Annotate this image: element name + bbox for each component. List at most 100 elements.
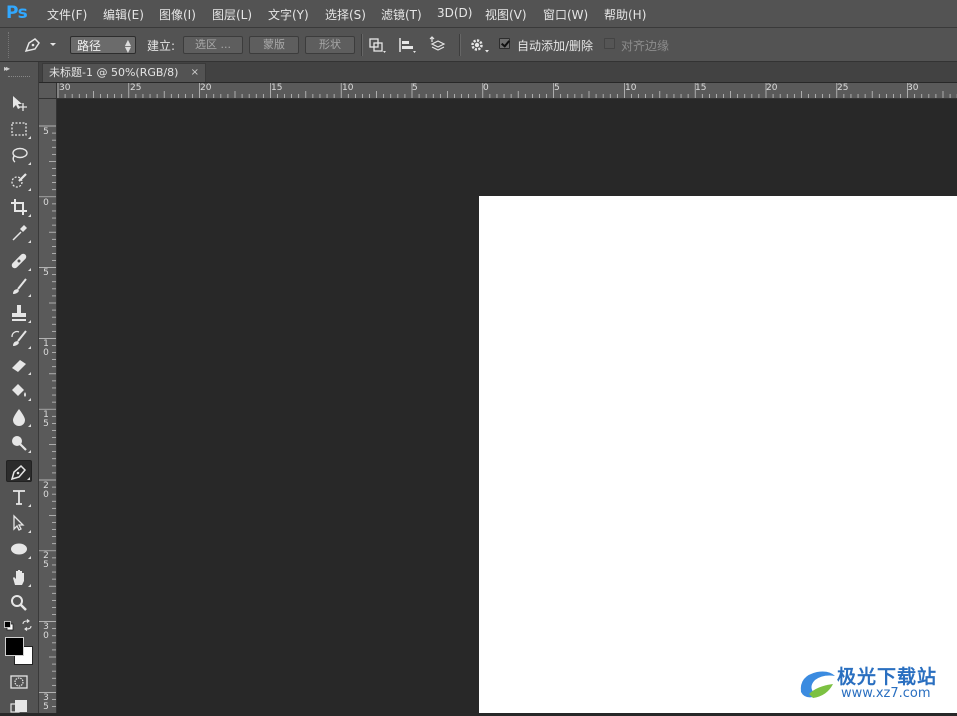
crop-tool[interactable]	[6, 196, 32, 218]
menu-bar: Ps 文件(F) 编辑(E) 图像(I) 图层(L) 文字(Y) 选择(S) 滤…	[0, 0, 957, 28]
make-selection-button[interactable]: 选区 ...	[183, 36, 243, 54]
close-icon[interactable]: ×	[191, 64, 199, 82]
lasso-icon	[12, 147, 28, 163]
ruler-label: 10	[342, 83, 354, 93]
brush-icon	[13, 278, 27, 294]
ruler-label: 0	[483, 83, 489, 93]
move-tool[interactable]	[6, 92, 32, 114]
type-icon	[13, 490, 25, 505]
ruler-label: 30	[907, 83, 919, 93]
paint-bucket-tool[interactable]	[6, 380, 32, 402]
lasso-tool[interactable]	[6, 144, 32, 166]
menu-edit[interactable]: 编辑(E)	[103, 6, 144, 23]
menu-type[interactable]: 文字(Y)	[268, 6, 309, 23]
marquee-tool[interactable]	[6, 118, 32, 140]
brush-tool[interactable]	[6, 276, 32, 298]
document-canvas[interactable]	[479, 196, 957, 713]
menu-layer[interactable]: 图层(L)	[212, 6, 252, 23]
watermark-logo-icon	[800, 671, 835, 698]
menu-3d[interactable]: 3D(D)	[437, 6, 472, 20]
path-alignment-icon[interactable]	[397, 36, 417, 54]
ruler-origin[interactable]	[39, 83, 57, 99]
eyedropper-icon	[12, 225, 27, 241]
menu-file[interactable]: 文件(F)	[47, 6, 87, 23]
vertical-ruler-ticks	[39, 125, 56, 707]
ruler-label: 30	[43, 622, 49, 641]
rect-marquee-icon	[11, 122, 27, 136]
ruler-label: 20	[200, 83, 212, 93]
ruler-label: 30	[59, 83, 71, 93]
ellipse-icon	[11, 543, 27, 555]
ellipse-tool[interactable]	[6, 538, 32, 560]
menu-select[interactable]: 选择(S)	[325, 6, 366, 23]
menu-help[interactable]: 帮助(H)	[604, 6, 646, 23]
menu-filter[interactable]: 滤镜(T)	[381, 6, 422, 23]
menu-image[interactable]: 图像(I)	[159, 6, 196, 23]
zoom-icon	[11, 595, 27, 611]
menu-window[interactable]: 窗口(W)	[543, 6, 588, 23]
tool-preset-picker[interactable]	[20, 34, 60, 54]
bucket-icon	[12, 384, 26, 397]
canvas-workspace[interactable]	[57, 99, 957, 713]
path-arrangement-icon[interactable]	[428, 36, 448, 54]
crop-icon	[11, 199, 27, 215]
eraser-icon	[12, 360, 26, 372]
ruler-label: 10	[625, 83, 637, 93]
horizontal-ruler-ticks	[57, 83, 957, 98]
collapse-panel-icon[interactable]: ▸▸	[4, 64, 10, 73]
path-select-tool[interactable]	[6, 512, 32, 534]
eraser-tool[interactable]	[6, 354, 32, 376]
quick-select-icon	[11, 173, 27, 188]
swap-colors-icon[interactable]	[21, 619, 33, 631]
screen-mode-icon[interactable]	[9, 698, 29, 713]
ruler-label: 5	[43, 268, 49, 278]
history-brush-icon	[11, 330, 27, 346]
path-operations-icon[interactable]	[367, 36, 387, 54]
options-bar-grip[interactable]	[8, 32, 11, 58]
healing-tool[interactable]	[6, 250, 32, 272]
gear-icon[interactable]	[468, 36, 489, 54]
pen-icon	[24, 38, 56, 53]
updown-arrows-icon: ▲ ▼	[124, 38, 131, 54]
type-tool[interactable]	[6, 486, 32, 508]
dodge-icon	[12, 436, 27, 451]
dodge-tool[interactable]	[6, 432, 32, 454]
tools-panel-grip[interactable]	[8, 76, 30, 79]
mode-select[interactable]: 路径 ▲ ▼	[70, 36, 136, 54]
auto-add-delete-label: 自动添加/删除	[517, 39, 594, 53]
site-watermark: 极光下载站 www.xz7.com	[795, 660, 955, 710]
pen-tool[interactable]	[6, 460, 32, 482]
menu-view[interactable]: 视图(V)	[485, 6, 527, 23]
stamp-tool[interactable]	[6, 302, 32, 324]
horizontal-ruler: 30 25 20 15 10 5 0 5 10 15 20 25 30	[57, 83, 957, 99]
ruler-label: 5	[412, 83, 418, 93]
make-shape-button[interactable]: 形状	[305, 36, 355, 54]
ruler-label: 5	[554, 83, 560, 93]
blur-tool[interactable]	[6, 406, 32, 428]
eyedropper-tool[interactable]	[6, 222, 32, 244]
watermark-url: www.xz7.com	[841, 686, 931, 701]
ruler-label: 15	[695, 83, 707, 93]
quick-mask-icon[interactable]	[9, 674, 29, 690]
options-bar: 路径 ▲ ▼ 建立: 选区 ... 蒙版 形状 自动添加/删除 对齐边缘	[0, 28, 957, 62]
auto-add-delete-checkbox[interactable]	[499, 38, 510, 49]
zoom-tool[interactable]	[6, 592, 32, 614]
quick-select-tool[interactable]	[6, 170, 32, 192]
make-mask-button[interactable]: 蒙版	[249, 36, 299, 54]
ruler-label: 0	[43, 198, 49, 208]
vertical-ruler: 5 0 5 10 15 20 25 30 35	[39, 99, 57, 713]
move-icon	[13, 96, 27, 111]
history-brush-tool[interactable]	[6, 328, 32, 350]
hand-icon	[13, 570, 24, 585]
pen-icon	[10, 464, 27, 481]
bandage-icon	[11, 253, 27, 269]
document-tab-bar: 未标题-1 @ 50%(RGB/8) ×	[39, 62, 957, 82]
hand-tool[interactable]	[6, 566, 32, 588]
mode-select-value: 路径	[77, 39, 102, 53]
default-colors-icon[interactable]	[4, 620, 14, 631]
ruler-label: 35	[43, 693, 49, 712]
ruler-label: 10	[43, 339, 49, 358]
foreground-color-swatch[interactable]	[5, 637, 24, 656]
document-tab[interactable]: 未标题-1 @ 50%(RGB/8) ×	[42, 63, 206, 82]
align-edges-checkbox[interactable]	[604, 38, 615, 49]
